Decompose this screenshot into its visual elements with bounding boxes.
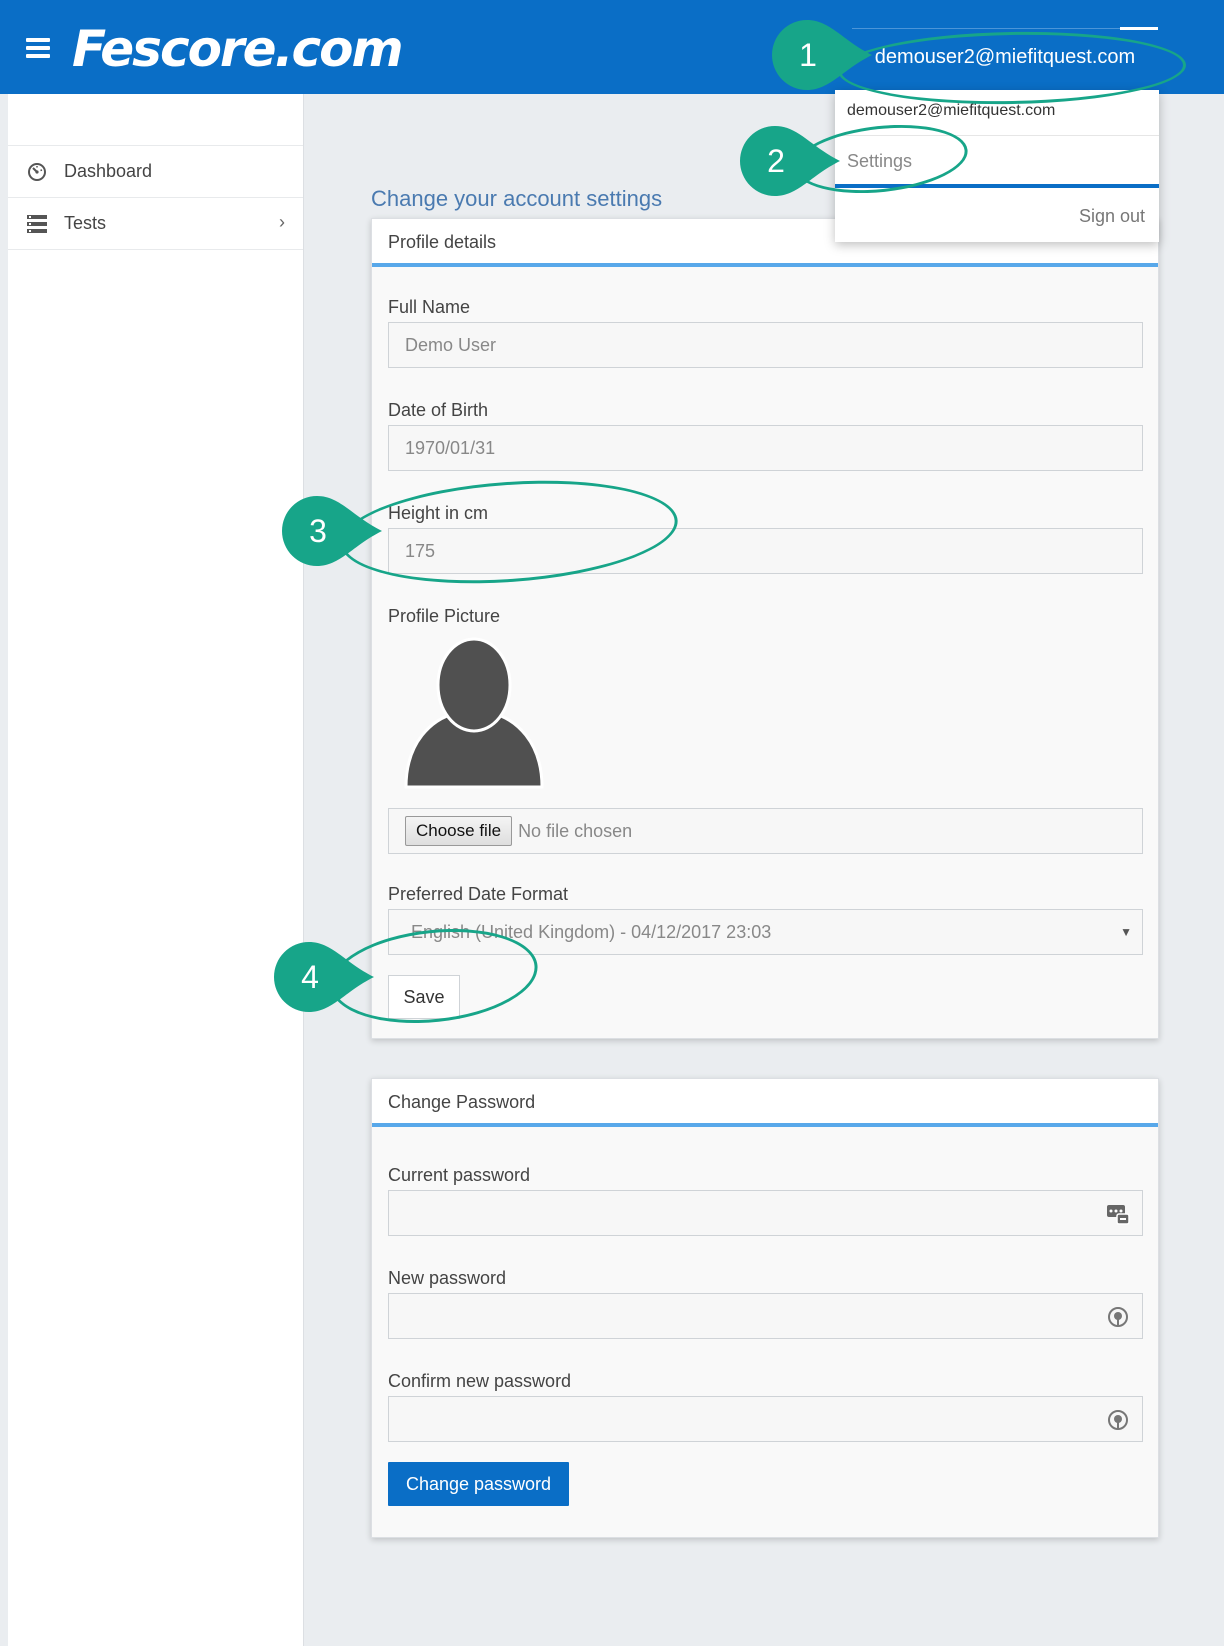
sidebar-item-label: Tests <box>64 213 107 233</box>
no-file-text: No file chosen <box>518 820 633 841</box>
annotation-number-4: 4 <box>301 959 319 995</box>
key-suggest-icon[interactable] <box>1106 1305 1130 1329</box>
profile-picture-file-input[interactable]: Choose file No file chosen <box>388 808 1143 854</box>
profile-details-panel: Profile details Full Name Demo User Date… <box>371 218 1159 1039</box>
full-name-label: Full Name <box>388 297 471 317</box>
menu-tab-indicator <box>1120 27 1158 30</box>
sidebar-item-label: Dashboard <box>64 161 153 181</box>
page-title: Change your account settings <box>371 186 663 211</box>
dob-label: Date of Birth <box>388 400 489 420</box>
annotation-number-2: 2 <box>767 143 785 179</box>
sidebar-item-tests[interactable]: Tests › <box>8 198 303 250</box>
password-panel-heading: Change Password <box>372 1079 1158 1127</box>
menu-item-sign-out[interactable]: Sign out <box>835 188 1159 238</box>
key-suggest-icon[interactable] <box>1106 1408 1130 1432</box>
change-password-button[interactable]: Change password <box>388 1462 569 1506</box>
current-password-input[interactable] <box>388 1190 1143 1236</box>
annotation-number-1: 1 <box>799 37 817 73</box>
confirm-password-input[interactable] <box>388 1396 1143 1442</box>
sidebar-item-dashboard[interactable]: Dashboard <box>8 146 303 198</box>
new-password-input[interactable] <box>388 1293 1143 1339</box>
hamburger-menu-icon[interactable] <box>26 38 50 58</box>
confirm-password-label: Confirm new password <box>388 1371 572 1391</box>
dropdown-caret-icon: ▼ <box>1120 925 1132 939</box>
current-password-label: Current password <box>388 1165 531 1185</box>
change-password-panel: Change Password Current password New pas… <box>371 1078 1159 1538</box>
avatar-placeholder-icon <box>404 637 544 789</box>
annotation-number-3: 3 <box>309 513 327 549</box>
date-format-label: Preferred Date Format <box>388 884 569 904</box>
profile-picture-label: Profile Picture <box>388 606 501 626</box>
full-name-input[interactable]: Demo User <box>388 322 1143 368</box>
sidebar-spacer <box>8 94 303 146</box>
choose-file-button[interactable]: Choose file <box>405 816 513 846</box>
tests-list-icon <box>26 213 48 235</box>
new-password-label: New password <box>388 1268 507 1288</box>
password-manager-icon[interactable] <box>1106 1202 1130 1226</box>
dashboard-gauge-icon <box>26 161 48 183</box>
brand-logo[interactable]: Fescore.com <box>72 14 404 84</box>
dob-input[interactable]: 1970/01/31 <box>388 425 1143 471</box>
sidebar: Dashboard Tests › <box>8 94 304 1646</box>
chevron-right-icon: › <box>279 212 285 232</box>
